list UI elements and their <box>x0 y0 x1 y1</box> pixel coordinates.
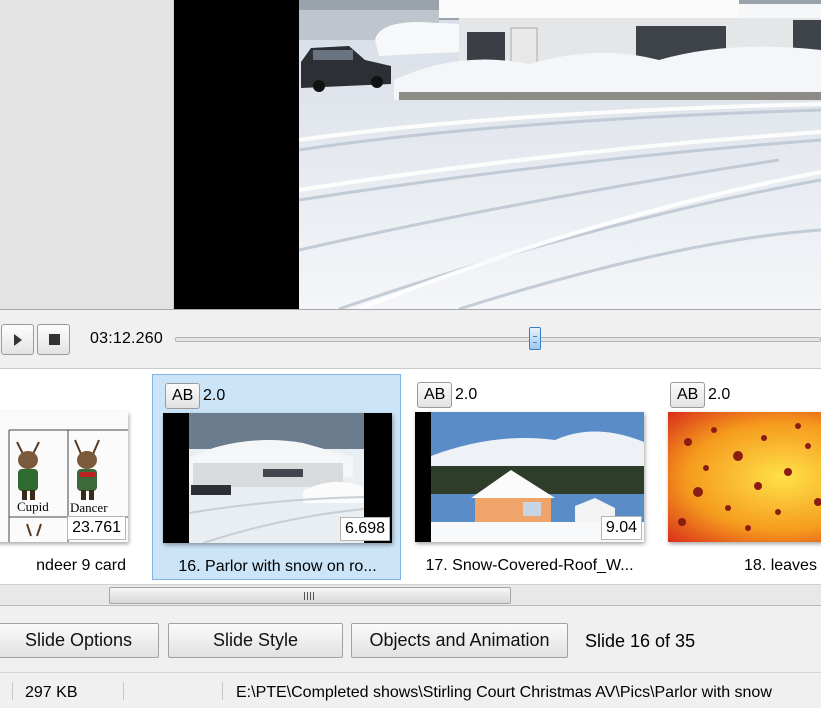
transition-duration: 2.0 <box>455 386 478 403</box>
stop-icon <box>49 334 60 345</box>
transition-duration: 2.0 <box>203 387 226 404</box>
file-size: 297 KB <box>25 684 78 701</box>
timeline-slider[interactable] <box>175 337 821 342</box>
slide-thumbnail <box>668 412 821 542</box>
play-button[interactable] <box>1 324 34 355</box>
slide-name: 18. leaves <box>744 557 817 574</box>
preview-side-panel <box>0 0 174 309</box>
slide-name: 16. Parlor with snow on ro... <box>178 558 377 575</box>
slide-strip-scrollbar[interactable] <box>0 584 821 606</box>
slide-thumbnail: 9.04 <box>415 412 644 542</box>
grip-icon <box>304 592 316 600</box>
slide-item-16[interactable]: AB 2.0 6.698 16. Parlor with snow on ro.… <box>152 374 401 580</box>
transition-duration: 2.0 <box>708 386 731 403</box>
slide-item-17[interactable]: AB 2.0 9.04 17. Snow-Covered-Roof_W... <box>405 374 654 580</box>
slide-style-button[interactable]: Slide Style <box>168 623 343 658</box>
scrollbar-thumb[interactable] <box>109 587 511 604</box>
stop-button[interactable] <box>37 324 70 355</box>
status-divider <box>123 682 124 700</box>
transition-effect-button[interactable]: AB <box>417 382 453 408</box>
slide-name: 17. Snow-Covered-Roof_W... <box>425 557 634 574</box>
slide-actions-bar: Slide Options Slide Style Objects and An… <box>0 606 821 672</box>
slide-thumbnail: Cupid Dancer 23.761 <box>0 412 128 542</box>
preview-image <box>299 0 821 309</box>
objects-and-animation-button[interactable]: Objects and Animation <box>351 623 568 658</box>
status-divider <box>12 682 13 700</box>
slide-counter: Slide 16 of 35 <box>585 631 696 651</box>
transition-effect-button[interactable]: AB <box>165 383 201 409</box>
timeline-slider-thumb[interactable] <box>529 327 541 350</box>
thumb-label-dancer: Dancer <box>70 500 108 515</box>
slide-duration: 9.04 <box>600 516 642 540</box>
slide-duration: 23.761 <box>67 516 126 540</box>
file-path: E:\PTE\Completed shows\Stirling Court Ch… <box>236 684 772 701</box>
status-divider <box>222 682 223 700</box>
thumb-label-cupid: Cupid <box>17 499 49 514</box>
play-icon <box>14 334 22 346</box>
slideshow-editor: 03:12.260 Cupid Dancer 23.761 ndeer 9 ca… <box>0 0 821 708</box>
slide-options-button[interactable]: Slide Options <box>0 623 159 658</box>
preview-area <box>0 0 821 310</box>
status-bar: 297 KB E:\PTE\Completed shows\Stirling C… <box>0 672 821 708</box>
slide-item-18[interactable]: AB 2.0 18. leaves <box>658 374 821 580</box>
transition-effect-button[interactable]: AB <box>670 382 706 408</box>
slide-name: ndeer 9 card <box>36 557 126 574</box>
slide-item-15[interactable]: Cupid Dancer 23.761 ndeer 9 card <box>0 374 138 580</box>
slide-duration: 6.698 <box>339 517 390 541</box>
current-time: 03:12.260 <box>90 330 163 347</box>
playback-controls: 03:12.260 <box>0 310 821 368</box>
slide-strip: Cupid Dancer 23.761 ndeer 9 card AB 2.0 <box>0 368 821 584</box>
preview-frame[interactable] <box>174 0 821 309</box>
slide-thumbnail: 6.698 <box>163 413 392 543</box>
